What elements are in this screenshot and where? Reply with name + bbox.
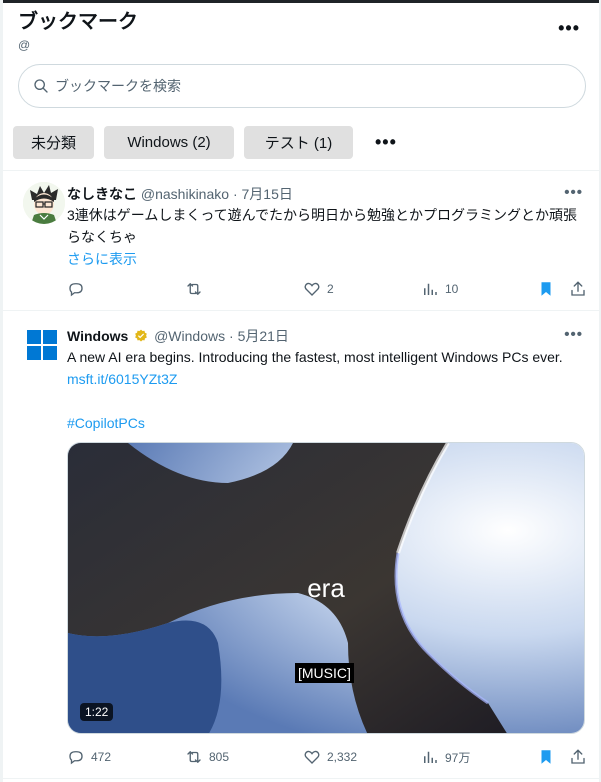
like-button[interactable]: 2: [303, 280, 334, 298]
share-icon: [571, 281, 585, 296]
author-handle[interactable]: @Windows: [154, 328, 225, 344]
windows-logo-icon[interactable]: [23, 326, 61, 364]
like-button[interactable]: 2,332: [303, 748, 357, 766]
folder-uncategorized[interactable]: 未分類: [13, 126, 94, 159]
views-icon: [424, 283, 437, 295]
more-icon[interactable]: •••: [558, 18, 580, 39]
views-count: 97万: [445, 750, 471, 765]
heart-icon: [304, 750, 320, 764]
avatar[interactable]: [23, 182, 65, 224]
show-more-link[interactable]: さらに表示: [67, 248, 589, 270]
tweet-item[interactable]: なしきなこ @nashikinako · 7月15日 ••• 3連休はゲームしま…: [3, 170, 599, 310]
hashtag-link[interactable]: #CopilotPCs: [67, 412, 589, 434]
video-subtitle: [MUSIC]: [295, 663, 354, 683]
tweet-text-content: A new AI era begins. Introducing the fas…: [67, 349, 563, 365]
tweet-text-content: 3連休はゲームしまくって遊んでたから明日から勉強とかプログラミングとか頑張らなく…: [67, 207, 577, 245]
views-button[interactable]: 97万: [421, 748, 470, 766]
share-button[interactable]: [569, 280, 593, 298]
tweet-date[interactable]: 7月15日: [242, 186, 293, 202]
tweet-actions: 472 805 2,332 97万: [67, 748, 587, 768]
heart-icon: [304, 282, 320, 296]
tweet-header: Windows @Windows · 5月21日: [67, 328, 289, 344]
author-name[interactable]: Windows: [67, 328, 128, 344]
tweet-actions: 2 10: [67, 280, 587, 300]
retweet-button[interactable]: [185, 280, 209, 298]
share-icon: [571, 749, 585, 764]
share-button[interactable]: [569, 748, 593, 766]
video-player[interactable]: era [MUSIC] 1:22: [67, 442, 585, 734]
bookmark-button[interactable]: [537, 280, 561, 298]
folder-tabs: 未分類 Windows (2) テスト (1) •••: [13, 126, 397, 159]
views-count: 10: [445, 282, 459, 296]
folder-windows[interactable]: Windows (2): [104, 126, 234, 159]
folder-test[interactable]: テスト (1): [244, 126, 353, 159]
like-count: 2: [327, 282, 334, 296]
tweet-date[interactable]: 5月21日: [238, 328, 289, 344]
bookmark-filled-icon: [541, 282, 551, 296]
user-handle: @: [18, 38, 31, 52]
divider: [3, 310, 599, 311]
search-box[interactable]: [18, 64, 586, 108]
reply-icon: [69, 751, 83, 765]
tweet-text: A new AI era begins. Introducing the fas…: [67, 346, 589, 434]
retweet-icon: [187, 751, 201, 763]
video-duration: 1:22: [80, 703, 114, 721]
retweet-count: 805: [209, 750, 230, 764]
retweet-icon: [187, 283, 201, 295]
search-icon: [34, 79, 48, 93]
page-title: ブックマーク: [18, 11, 138, 33]
tweet-more-icon[interactable]: •••: [564, 326, 583, 343]
video-caption-text: era: [307, 573, 345, 603]
verified-badge-icon: [135, 329, 148, 342]
like-count: 2,332: [327, 750, 358, 764]
author-handle[interactable]: @nashikinako: [141, 186, 229, 202]
folder-more-icon[interactable]: •••: [375, 132, 397, 153]
views-button[interactable]: 10: [421, 280, 458, 298]
bookmark-filled-icon: [541, 750, 551, 764]
tweet-link[interactable]: msft.it/6015YZt3Z: [67, 371, 177, 387]
search-input[interactable]: [55, 78, 555, 94]
tweet-item[interactable]: Windows @Windows · 5月21日 ••• A new AI er…: [3, 312, 599, 780]
reply-button[interactable]: 472: [67, 748, 111, 766]
retweet-button[interactable]: 805: [185, 748, 229, 766]
bookmark-button[interactable]: [537, 748, 561, 766]
tweet-header: なしきなこ @nashikinako · 7月15日: [67, 186, 293, 202]
window-top-border: [0, 0, 601, 3]
tweet-text: 3連休はゲームしまくって遊んでたから明日から勉強とかプログラミングとか頑張らなく…: [67, 204, 589, 270]
reply-button[interactable]: [67, 280, 91, 298]
author-name[interactable]: なしきなこ: [67, 186, 137, 202]
reply-icon: [69, 283, 83, 297]
reply-count: 472: [91, 750, 112, 764]
tweet-more-icon[interactable]: •••: [564, 184, 583, 201]
views-icon: [424, 751, 437, 763]
divider: [3, 778, 599, 779]
page-header: ブックマーク @ •••: [18, 10, 588, 52]
